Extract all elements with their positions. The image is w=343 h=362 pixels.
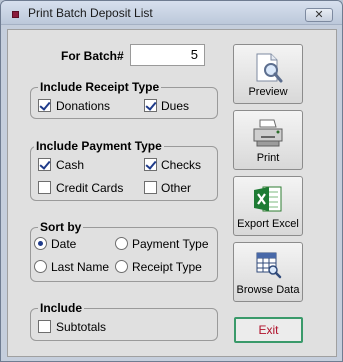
checks-label: Checks xyxy=(161,158,202,172)
sort-payment-type-label: Payment Type xyxy=(132,237,209,251)
donations-checkbox[interactable] xyxy=(38,99,51,112)
title-bar: Print Batch Deposit List ✕ xyxy=(1,1,342,25)
dues-checkbox[interactable] xyxy=(144,99,157,112)
exit-button[interactable]: Exit xyxy=(234,317,303,343)
preview-button[interactable]: Preview xyxy=(233,44,303,104)
credit-cards-label: Credit Cards xyxy=(56,181,124,195)
print-batch-window: Print Batch Deposit List ✕ For Batch# 5 … xyxy=(0,0,343,362)
sort-last-name-label: Last Name xyxy=(51,260,110,274)
printer-icon xyxy=(251,117,285,152)
sort-payment-type-radio[interactable] xyxy=(115,237,128,250)
include-title: Include xyxy=(38,301,85,315)
sort-date-radio[interactable] xyxy=(34,237,47,250)
browse-grid-icon xyxy=(251,249,285,284)
browse-data-button[interactable]: Browse Data xyxy=(233,242,303,302)
print-button[interactable]: Print xyxy=(233,110,303,170)
magnifier-document-icon xyxy=(251,51,285,88)
subtotals-label: Subtotals xyxy=(56,320,107,334)
payment-type-title: Include Payment Type xyxy=(34,139,164,153)
sort-last-name-radio[interactable] xyxy=(34,260,47,273)
sort-by-title: Sort by xyxy=(38,220,84,234)
sort-receipt-type-radio[interactable] xyxy=(115,260,128,273)
preview-label: Preview xyxy=(248,86,288,98)
batch-label: For Batch# xyxy=(61,49,124,63)
donations-label: Donations xyxy=(56,99,111,113)
cash-label: Cash xyxy=(56,158,85,172)
sort-date-label: Date xyxy=(51,237,77,251)
cash-checkbox[interactable] xyxy=(38,158,51,171)
sort-receipt-type-label: Receipt Type xyxy=(132,260,202,274)
other-label: Other xyxy=(161,181,192,195)
export-excel-label: Export Excel xyxy=(237,218,299,230)
print-label: Print xyxy=(256,152,280,164)
export-excel-button[interactable]: Export Excel xyxy=(233,176,303,236)
dues-label: Dues xyxy=(161,99,190,113)
other-checkbox[interactable] xyxy=(144,181,157,194)
app-icon xyxy=(12,11,19,18)
credit-cards-checkbox[interactable] xyxy=(38,181,51,194)
window-title: Print Batch Deposit List xyxy=(28,6,153,20)
checks-checkbox[interactable] xyxy=(144,158,157,171)
batch-number-field[interactable]: 5 xyxy=(130,44,205,66)
excel-icon xyxy=(251,183,285,218)
subtotals-checkbox[interactable] xyxy=(38,320,51,333)
close-button[interactable]: ✕ xyxy=(305,8,333,22)
browse-data-label: Browse Data xyxy=(236,284,300,296)
receipt-type-title: Include Receipt Type xyxy=(38,80,162,94)
